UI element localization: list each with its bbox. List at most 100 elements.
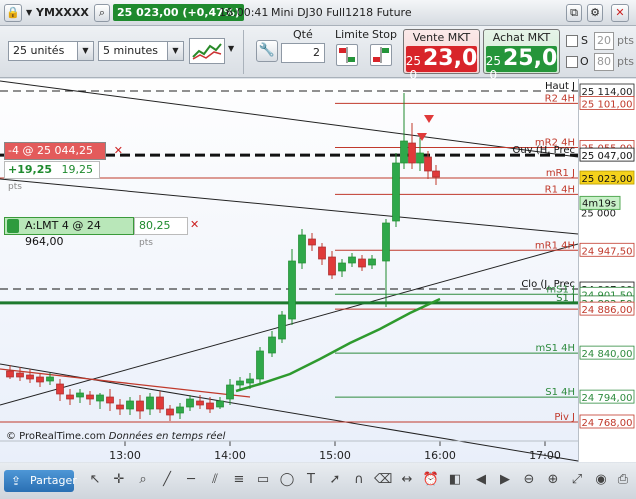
units-select-value: 25 unités (13, 44, 65, 57)
trend-line (0, 368, 251, 398)
candle-body (400, 140, 408, 164)
candle-body (156, 396, 164, 410)
clock-time: 16:00:41 (219, 6, 269, 19)
candle-body (278, 314, 286, 340)
level-label: mR1 4H (535, 240, 575, 251)
text-icon[interactable]: T (302, 471, 320, 489)
stop-distance-input[interactable]: 20 (594, 32, 614, 50)
scroll-left-icon[interactable]: ◀ (472, 471, 490, 489)
trendline-icon[interactable]: ╱ (158, 471, 176, 489)
stop-label: Stop (372, 28, 398, 41)
zoom-in-icon[interactable]: ⊕ (544, 471, 562, 489)
time-label: 15:00 (319, 449, 351, 462)
candle-body (308, 238, 316, 246)
watermark: © ProRealTime.com Données en temps réel (6, 431, 225, 442)
chevron-down-icon: ▼ (77, 42, 93, 60)
settings-icon[interactable]: ⚙ (587, 4, 603, 22)
level-label: Haut J (545, 81, 575, 92)
instrument-name[interactable]: YMXXXX (36, 4, 89, 21)
layers-icon[interactable]: ◧ (446, 471, 464, 489)
limit-distance-unit: pts (139, 238, 153, 248)
close-icon[interactable]: ✕ (611, 4, 629, 22)
stop-distance-unit: pts (617, 34, 635, 47)
chevron-down-icon[interactable]: ▼ (228, 44, 234, 53)
window-restore-icon[interactable]: ⧉ (566, 4, 582, 22)
sell-market-button[interactable]: Vente MKT 25 0 23,0 (403, 29, 480, 82)
search-icon[interactable]: ⌕ (94, 4, 110, 22)
cursor-icon[interactable]: ↖ (86, 471, 104, 489)
sell-price: 25 0 23,0 (406, 46, 477, 82)
eraser-icon[interactable]: ⌫ (374, 471, 392, 489)
buy-market-button[interactable]: Achat MKT 25 0 25,0 (483, 29, 560, 82)
wrench-icon[interactable]: 🔧 (256, 40, 278, 62)
candle-body (368, 258, 376, 266)
alarm-icon[interactable]: ⏰ (422, 471, 440, 489)
chevron-down-icon: ▼ (167, 42, 183, 60)
buy-label: Achat MKT (492, 31, 551, 44)
price-tag: 24 947,50 (582, 246, 633, 257)
zoom-out-icon[interactable]: ⊖ (520, 471, 538, 489)
candle-body (348, 256, 356, 264)
arrow-icon[interactable]: ➚ (326, 471, 344, 489)
timeframe-select[interactable]: 5 minutes ▼ (98, 41, 184, 61)
time-label: 17:00 (529, 449, 561, 462)
indicators-icon (192, 43, 222, 60)
indicators-button[interactable] (189, 38, 225, 64)
buy-price-big: 25,0 (503, 46, 558, 71)
stop-order-button[interactable] (370, 44, 392, 66)
watermark-sub: Données en temps réel (108, 431, 226, 442)
candle-body (382, 222, 390, 262)
dropdown-arrow-icon[interactable]: ▼ (26, 4, 32, 21)
price-chart[interactable]: Haut J25 114,00R2 4H25 101,00mR2 4H25 05… (0, 79, 636, 462)
level-label: S1 J (556, 293, 575, 304)
level-label: mR1 J (546, 168, 575, 179)
units-select[interactable]: 25 unités ▼ (8, 41, 94, 61)
channel-icon[interactable]: ⫽ (206, 471, 224, 489)
timeframe-select-value: 5 minutes (103, 44, 159, 57)
close-position-icon[interactable]: ✕ (114, 143, 123, 159)
fibonacci-icon[interactable]: ≡ (230, 471, 248, 489)
cancel-order-icon[interactable]: ✕ (190, 218, 199, 231)
qty-input[interactable]: 2 (281, 43, 325, 63)
limit-label: Limite (335, 28, 370, 41)
candle-body (432, 170, 440, 178)
moving-average-line (235, 297, 441, 393)
rectangle-icon[interactable]: ▭ (254, 471, 272, 489)
time-label: 16:00 (424, 449, 456, 462)
screenshot-icon[interactable]: ◉ (592, 471, 610, 489)
candle-body (186, 398, 194, 408)
zoom-icon[interactable]: ⌕ (134, 471, 152, 489)
candle-body (96, 394, 104, 402)
magnet-icon[interactable]: ∩ (350, 471, 368, 489)
print-icon[interactable]: ⎙ (614, 471, 632, 489)
candle-body (392, 162, 400, 222)
crosshair-icon[interactable]: ✛ (110, 471, 128, 489)
limit-order-box[interactable]: A:LMT 4 @ 24 964,00 (4, 217, 134, 248)
candle-body (116, 404, 124, 410)
pnl-points: +19,25 (8, 163, 53, 176)
stop-checkbox[interactable] (566, 35, 578, 47)
fit-chart-icon[interactable]: ⤢ (568, 471, 586, 489)
sell-price-small: 25 0 (405, 54, 421, 82)
lock-icon[interactable]: 🔒 (4, 4, 22, 22)
horizontal-line-icon[interactable]: ─ (182, 471, 200, 489)
candle-body (328, 256, 336, 276)
ellipse-icon[interactable]: ◯ (278, 471, 296, 489)
objective-distance-input[interactable]: 80 (594, 53, 614, 71)
limit-order-button[interactable] (336, 44, 358, 66)
candle-body (256, 350, 264, 380)
level-label: Ouv (H, Prec (513, 145, 575, 156)
candle-body (358, 258, 366, 268)
share-button[interactable]: ⇪ Partager (4, 470, 77, 492)
measure-icon[interactable]: ↔ (398, 471, 416, 489)
objective-checkbox[interactable] (566, 56, 578, 68)
position-box[interactable]: -4 @ 25 044,25 ✕ (4, 142, 123, 160)
price-tag: 24 886,00 (582, 305, 633, 316)
candle-body (236, 380, 244, 386)
level-label: R1 4H (545, 184, 575, 195)
candle-body (416, 152, 424, 164)
scroll-right-icon[interactable]: ▶ (496, 471, 514, 489)
contract-name: Mini DJ30 Full1218 Future (271, 6, 412, 19)
drag-handle-icon[interactable] (7, 219, 19, 233)
bottom-toolbar: ⇪ Partager ↖ ✛ ⌕ ╱ ─ ⫽ ≡ ▭ ◯ T ➚ ∩ ⌫ ↔ ⏰… (0, 463, 636, 499)
